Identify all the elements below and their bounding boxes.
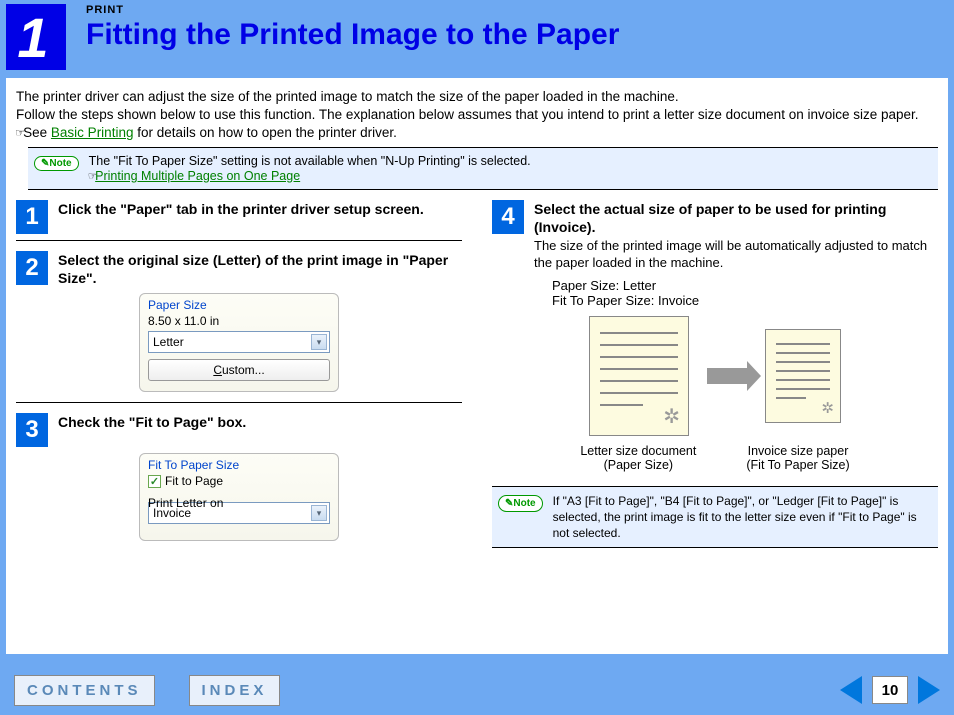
paper-dims: 8.50 x 11.0 in — [148, 314, 330, 328]
nup-link[interactable]: Printing Multiple Pages on One Page — [95, 169, 300, 183]
divider — [16, 402, 462, 403]
note-bottom: ✎Note If "A3 [Fit to Page]", "B4 [Fit to… — [492, 486, 938, 549]
chapter-number: 1 — [6, 4, 66, 70]
step-number: 3 — [16, 413, 48, 447]
note-badge: ✎Note — [498, 495, 543, 513]
section-label: PRINT — [86, 4, 619, 16]
fit-label: Fit To Paper Size — [148, 458, 330, 472]
see-prefix: See — [23, 125, 51, 140]
see-suffix: for details on how to open the printer d… — [133, 125, 396, 140]
step-4: 4 Select the actual size of paper to be … — [492, 200, 938, 272]
step-2-title: Select the original size (Letter) of the… — [58, 251, 462, 287]
result-line2: Fit To Paper Size: Invoice — [552, 293, 938, 308]
step-2: 2 Select the original size (Letter) of t… — [16, 251, 462, 287]
intro-line1: The printer driver can adjust the size o… — [16, 89, 679, 104]
arrow-right-icon — [707, 368, 747, 384]
next-page-button[interactable] — [918, 676, 940, 704]
contents-button[interactable]: CONTENTS — [14, 675, 155, 706]
step-1-title: Click the "Paper" tab in the printer dri… — [58, 200, 424, 218]
result-line1: Paper Size: Letter — [552, 278, 938, 293]
step-number: 1 — [16, 200, 48, 234]
right-column: 4 Select the actual size of paper to be … — [492, 200, 938, 551]
note-bottom-text: If "A3 [Fit to Page]", "B4 [Fit to Page]… — [553, 493, 932, 542]
prev-page-button[interactable] — [840, 676, 862, 704]
print-on-label: Print Letter on — [148, 496, 223, 510]
letter-sheet-icon: ✲ — [589, 316, 689, 436]
fit-to-page-checkbox[interactable]: ✓ — [148, 475, 161, 488]
page-number: 10 — [872, 676, 908, 704]
paper-size-label: Paper Size — [148, 298, 330, 312]
caption-letter: Letter size document(Paper Size) — [580, 444, 696, 472]
custom-button[interactable]: CCustom...ustom... — [148, 359, 330, 381]
step-number: 2 — [16, 251, 48, 285]
paper-size-panel: Paper Size 8.50 x 11.0 in Letter ▾ CCust… — [139, 293, 339, 392]
invoice-sheet-icon: ✲ — [765, 329, 841, 423]
content-area: The printer driver can adjust the size o… — [6, 78, 948, 654]
step-number: 4 — [492, 200, 524, 234]
step-4-title: Select the actual size of paper to be us… — [534, 200, 938, 236]
page-title: Fitting the Printed Image to the Paper — [86, 18, 619, 52]
paper-size-dropdown[interactable]: Letter ▾ — [148, 331, 330, 353]
diagram-captions: Letter size document(Paper Size) Invoice… — [492, 444, 938, 472]
step-4-body: The size of the printed image will be au… — [534, 238, 938, 272]
intro-paragraph: The printer driver can adjust the size o… — [16, 88, 938, 143]
note-top: ✎Note The "Fit To Paper Size" setting is… — [28, 147, 938, 190]
page-footer: CONTENTS INDEX 10 — [0, 665, 954, 715]
step-1: 1 Click the "Paper" tab in the printer d… — [16, 200, 462, 234]
resize-diagram: ✲ ✲ — [492, 316, 938, 436]
fit-to-page-panel: Fit To Paper Size ✓ Fit to Page Print Le… — [139, 453, 339, 541]
intro-line2: Follow the steps shown below to use this… — [16, 107, 919, 122]
paper-size-selected: Letter — [153, 335, 184, 349]
step-3-title: Check the "Fit to Page" box. — [58, 413, 246, 431]
step-3: 3 Check the "Fit to Page" box. — [16, 413, 462, 447]
basic-printing-link[interactable]: Basic Printing — [51, 125, 134, 140]
note-badge: ✎Note — [34, 156, 79, 171]
tree-icon: ✲ — [663, 404, 680, 429]
left-column: 1 Click the "Paper" tab in the printer d… — [16, 200, 462, 551]
chevron-down-icon: ▾ — [311, 334, 327, 350]
tree-icon: ✲ — [821, 399, 834, 417]
fit-checkbox-label: Fit to Page — [165, 474, 223, 488]
caption-invoice: Invoice size paper(Fit To Paper Size) — [746, 444, 849, 472]
index-button[interactable]: INDEX — [189, 675, 281, 706]
header-text: PRINT Fitting the Printed Image to the P… — [86, 4, 619, 52]
result-labels: Paper Size: Letter Fit To Paper Size: In… — [552, 278, 938, 308]
note-top-text: The "Fit To Paper Size" setting is not a… — [89, 154, 531, 168]
divider — [16, 240, 462, 241]
page-header: 1 PRINT Fitting the Printed Image to the… — [0, 0, 954, 78]
chevron-down-icon: ▾ — [311, 505, 327, 521]
